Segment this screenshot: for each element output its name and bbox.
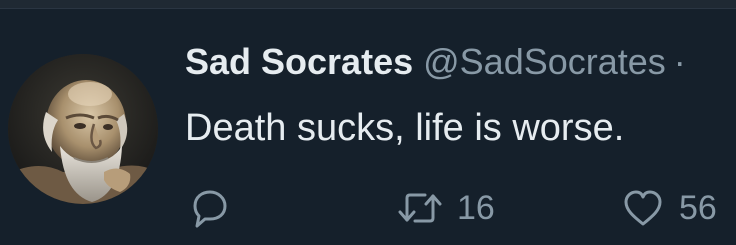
- heart-icon: [624, 190, 662, 226]
- like-button[interactable]: 56: [621, 178, 717, 238]
- retweet-count: 16: [457, 188, 495, 227]
- retweet-button[interactable]: 16: [397, 178, 495, 238]
- timeline-divider: [0, 0, 736, 9]
- tweet-header: Sad Socrates @SadSocrates ·: [185, 40, 686, 84]
- retweet-arrows-icon: [398, 193, 442, 223]
- tweet-card[interactable]: Sad Socrates @SadSocrates · Death sucks, l…: [0, 10, 736, 245]
- avatar[interactable]: [8, 54, 158, 204]
- like-count: 56: [679, 188, 717, 227]
- header-separator: ·: [673, 41, 686, 82]
- author-display-name[interactable]: Sad Socrates: [185, 41, 413, 82]
- tweet-actions: 16 56: [185, 178, 736, 238]
- socrates-bust-avatar-icon: [8, 54, 158, 204]
- tweet-text: Death sucks, life is worse.: [185, 107, 625, 149]
- reply-button[interactable]: [187, 178, 231, 238]
- author-handle[interactable]: @SadSocrates: [423, 41, 666, 82]
- reply-bubble-icon: [193, 190, 227, 228]
